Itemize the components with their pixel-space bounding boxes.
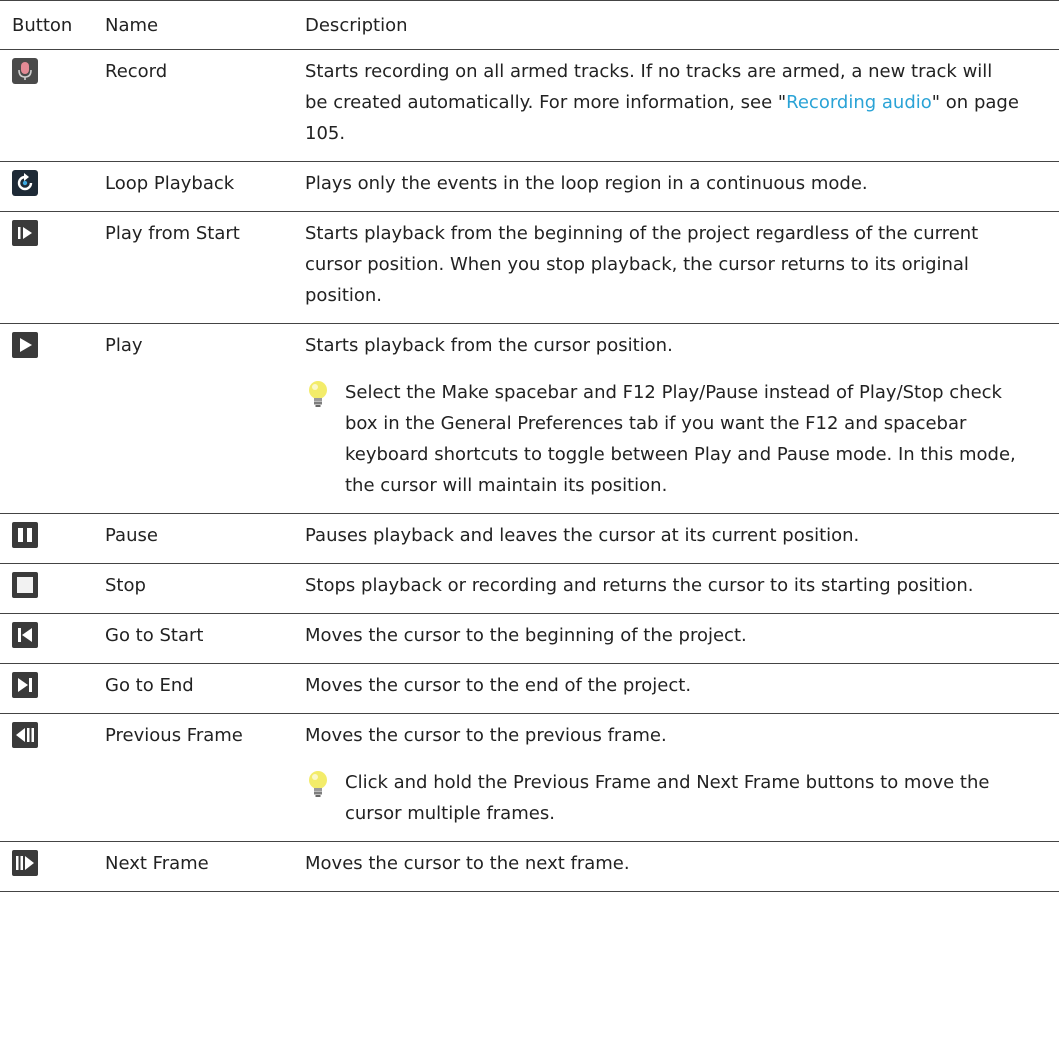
lightbulb-icon xyxy=(309,381,327,407)
table-row: Pause Pauses playback and leaves the cur… xyxy=(0,513,1059,564)
row-description: Moves the cursor to the beginning of the… xyxy=(305,625,747,646)
play-from-start-icon xyxy=(12,220,38,246)
table-row: Go to Start Moves the cursor to the begi… xyxy=(0,613,1059,664)
row-name: Go to Start xyxy=(105,613,305,664)
row-name: Record xyxy=(105,49,305,162)
row-description: Starts playback from the beginning of th… xyxy=(305,223,979,306)
loop-playback-icon xyxy=(12,170,38,196)
tip-note: Select the Make spacebar and F12 Play/Pa… xyxy=(305,377,1019,501)
table-row: Stop Stops playback or recording and ret… xyxy=(0,563,1059,614)
record-icon xyxy=(12,58,38,84)
tip-text: Click and hold the Previous Frame and Ne… xyxy=(345,772,990,824)
row-description: Stops playback or recording and returns … xyxy=(305,575,974,596)
row-name: Go to End xyxy=(105,663,305,714)
table-row: Go to End Moves the cursor to the end of… xyxy=(0,663,1059,714)
table-row: Record Starts recording on all armed tra… xyxy=(0,49,1059,162)
previous-frame-icon xyxy=(12,722,38,748)
row-description: Starts recording on all armed tracks. If… xyxy=(305,56,1019,149)
table-row: Loop Playback Plays only the events in t… xyxy=(0,161,1059,212)
row-name: Stop xyxy=(105,563,305,614)
transport-buttons-table: Button Name Description Record Starts re… xyxy=(0,0,1059,892)
header-button: Button xyxy=(0,0,105,50)
table-row: Play Starts playback from the cursor pos… xyxy=(0,323,1059,514)
table-row: Next Frame Moves the cursor to the next … xyxy=(0,841,1059,892)
row-name: Previous Frame xyxy=(105,713,305,842)
table-row: Previous Frame Moves the cursor to the p… xyxy=(0,713,1059,842)
row-description: Starts playback from the cursor position… xyxy=(305,335,673,356)
lightbulb-icon xyxy=(309,771,327,797)
tip-note: Click and hold the Previous Frame and Ne… xyxy=(305,767,1019,829)
header-name: Name xyxy=(105,0,305,50)
row-description: Moves the cursor to the previous frame. xyxy=(305,725,667,746)
table-row: Play from Start Starts playback from the… xyxy=(0,211,1059,324)
row-description: Moves the cursor to the next frame. xyxy=(305,853,630,874)
play-icon xyxy=(12,332,38,358)
stop-icon xyxy=(12,572,38,598)
go-to-end-icon xyxy=(12,672,38,698)
row-description: Plays only the events in the loop region… xyxy=(305,173,868,194)
row-name: Pause xyxy=(105,513,305,564)
row-name: Play from Start xyxy=(105,211,305,324)
next-frame-icon xyxy=(12,850,38,876)
pause-icon xyxy=(12,522,38,548)
row-name: Next Frame xyxy=(105,841,305,892)
document-page: Button Name Description Record Starts re… xyxy=(0,0,1059,892)
row-name: Loop Playback xyxy=(105,161,305,212)
row-description: Pauses playback and leaves the cursor at… xyxy=(305,525,860,546)
go-to-start-icon xyxy=(12,622,38,648)
tip-text: Select the Make spacebar and F12 Play/Pa… xyxy=(345,382,1016,496)
row-name: Play xyxy=(105,323,305,514)
header-description: Description xyxy=(305,0,1059,50)
row-description: Moves the cursor to the end of the proje… xyxy=(305,675,692,696)
recording-audio-link[interactable]: Recording audio xyxy=(786,92,932,113)
table-header-row: Button Name Description xyxy=(0,0,1059,50)
